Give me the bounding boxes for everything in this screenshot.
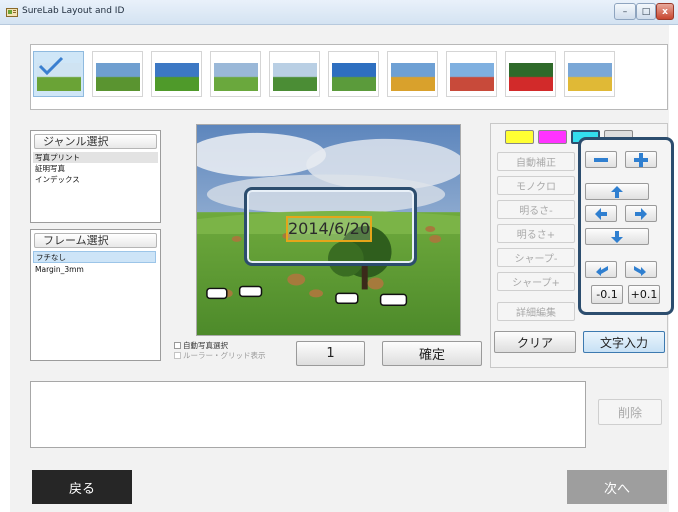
move-right-button[interactable] bbox=[625, 205, 657, 222]
next-button[interactable]: 次へ bbox=[567, 470, 667, 504]
close-icon: x bbox=[662, 6, 668, 17]
back-button[interactable]: 戻る bbox=[32, 470, 132, 504]
photo-thumbnail[interactable] bbox=[446, 51, 497, 97]
frame-item[interactable]: フチなし bbox=[33, 251, 156, 263]
genre-header: ジャンル選択 bbox=[34, 134, 157, 149]
rotate-right-button[interactable] bbox=[625, 261, 657, 278]
brightness-down-button[interactable]: 明るさ- bbox=[497, 200, 575, 219]
rotate-left-icon bbox=[596, 265, 608, 276]
thumbnail-image bbox=[273, 63, 317, 91]
photo-thumbnail[interactable] bbox=[92, 51, 143, 97]
minimize-icon: – bbox=[622, 6, 628, 17]
photo-thumbnail[interactable] bbox=[269, 51, 320, 97]
plus-icon bbox=[634, 152, 648, 167]
print-count-field[interactable]: 1 bbox=[296, 341, 365, 366]
frame-header: フレーム選択 bbox=[34, 233, 157, 248]
thumbnail-image bbox=[509, 63, 553, 91]
frame-item[interactable]: Margin_3mm bbox=[33, 264, 84, 275]
rotate-right-icon bbox=[634, 265, 646, 276]
genre-item[interactable]: 写真プリント bbox=[33, 152, 158, 163]
move-up-button[interactable] bbox=[585, 183, 649, 200]
thumbnail-image bbox=[155, 63, 199, 91]
step-up-button[interactable]: +0.1 bbox=[628, 285, 660, 304]
color-swatch[interactable] bbox=[538, 130, 567, 144]
ruler-grid-checkbox[interactable] bbox=[174, 352, 181, 359]
sharpness-up-button[interactable]: シャープ+ bbox=[497, 272, 575, 291]
enlarge-button[interactable] bbox=[625, 151, 657, 168]
arrow-left-icon bbox=[595, 207, 607, 220]
genre-item[interactable]: 証明写真 bbox=[33, 163, 65, 174]
step-down-button[interactable]: -0.1 bbox=[591, 285, 623, 304]
move-left-button[interactable] bbox=[585, 205, 617, 222]
move-down-button[interactable] bbox=[585, 228, 649, 245]
clear-button[interactable]: クリア bbox=[494, 331, 576, 353]
text-input-button[interactable]: 文字入力 bbox=[583, 331, 665, 353]
thumbnail-image bbox=[450, 63, 494, 91]
auto-correct-button[interactable]: 自動補正 bbox=[497, 152, 575, 171]
rotate-left-button[interactable] bbox=[585, 261, 617, 278]
thumbnail-image bbox=[568, 63, 612, 91]
thumbnail-image bbox=[96, 63, 140, 91]
photo-thumbnail[interactable] bbox=[33, 51, 84, 97]
color-swatch[interactable] bbox=[505, 130, 534, 144]
sharpness-down-button[interactable]: シャープ- bbox=[497, 248, 575, 267]
confirm-button[interactable]: 確定 bbox=[382, 341, 482, 366]
photo-thumbnail[interactable] bbox=[505, 51, 556, 97]
photo-thumbnail[interactable] bbox=[387, 51, 438, 97]
brightness-up-button[interactable]: 明るさ+ bbox=[497, 224, 575, 243]
thumbnail-image bbox=[332, 63, 376, 91]
arrow-up-icon bbox=[611, 185, 623, 198]
delete-button[interactable]: 削除 bbox=[598, 399, 662, 425]
photo-thumbnail[interactable] bbox=[564, 51, 615, 97]
photo-thumbnail[interactable] bbox=[210, 51, 261, 97]
frame-list[interactable]: フレーム選択 フチなし Margin_3mm bbox=[30, 229, 161, 361]
arrow-down-icon bbox=[611, 230, 623, 243]
thumbnail-image bbox=[391, 63, 435, 91]
message-area bbox=[30, 381, 586, 448]
shrink-button[interactable] bbox=[585, 151, 617, 168]
photo-thumbnail[interactable] bbox=[328, 51, 379, 97]
checkmark-icon bbox=[38, 56, 64, 76]
close-button[interactable]: x bbox=[656, 3, 674, 20]
ruler-grid-label: ルーラー・グリッド表示 bbox=[183, 351, 266, 360]
photo-thumbnail[interactable] bbox=[151, 51, 202, 97]
thumbnail-image bbox=[214, 63, 258, 91]
maximize-button[interactable]: □ bbox=[636, 3, 656, 20]
maximize-icon: □ bbox=[641, 6, 651, 17]
auto-select-checkbox[interactable] bbox=[174, 342, 181, 349]
advanced-edit-button[interactable]: 詳細編集 bbox=[497, 302, 575, 321]
minus-icon bbox=[594, 157, 608, 162]
window-title: SureLab Layout and ID bbox=[22, 6, 125, 16]
genre-item[interactable]: インデックス bbox=[33, 174, 80, 185]
monochrome-button[interactable]: モノクロ bbox=[497, 176, 575, 195]
arrow-right-icon bbox=[635, 207, 647, 220]
minimize-button[interactable]: – bbox=[614, 3, 636, 20]
app-icon bbox=[6, 8, 18, 17]
date-stamp[interactable]: 2014/6/20 bbox=[286, 216, 372, 242]
genre-list[interactable]: ジャンル選択 写真プリント 証明写真 インデックス bbox=[30, 130, 161, 223]
